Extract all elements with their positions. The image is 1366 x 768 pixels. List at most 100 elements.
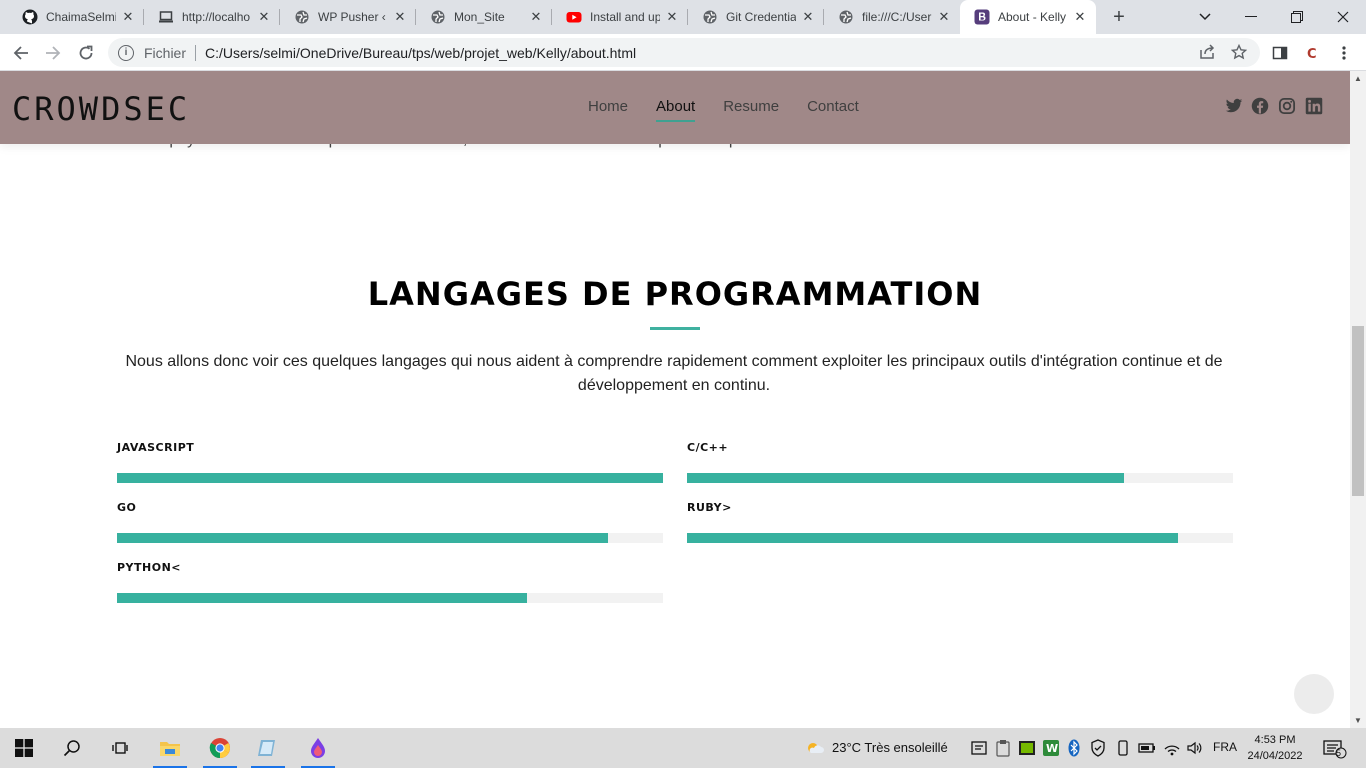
new-tab-button[interactable]: +	[1107, 5, 1131, 29]
tab-title: file:///C:/User	[862, 10, 932, 24]
tab-2[interactable]: WP Pusher ‹ N ✕	[280, 0, 416, 34]
scrollbar-thumb[interactable]	[1352, 326, 1364, 496]
wifi-icon[interactable]	[1163, 739, 1181, 760]
volume-icon[interactable]	[1186, 739, 1204, 760]
section-description: Nous allons donc voir ces quelques langa…	[125, 353, 1223, 394]
bookmark-star-icon[interactable]	[1230, 43, 1248, 64]
tab-4[interactable]: Install and up ✕	[552, 0, 688, 34]
globe-icon	[430, 9, 446, 25]
title-underline	[650, 327, 700, 330]
url-text[interactable]: C:/Users/selmi/OneDrive/Bureau/tps/web/p…	[205, 45, 636, 61]
site-header: CROWDSEC Home About Resume Contact	[0, 71, 1350, 144]
chrome-icon[interactable]	[197, 728, 243, 768]
search-icon[interactable]	[49, 728, 95, 768]
close-icon[interactable]: ✕	[800, 9, 816, 25]
tab-search-icon[interactable]	[1182, 0, 1228, 34]
facebook-icon[interactable]	[1251, 97, 1269, 115]
phone-link-icon[interactable]	[1115, 739, 1131, 760]
clock-time: 4:53 PM	[1254, 734, 1296, 746]
skill-label: PYTHON<	[117, 561, 182, 574]
progress-track	[117, 593, 663, 603]
linkedin-icon[interactable]	[1305, 97, 1323, 115]
battery-icon[interactable]	[1138, 739, 1156, 760]
close-icon[interactable]: ✕	[392, 9, 408, 25]
bluetooth-icon[interactable]	[1068, 739, 1080, 760]
reload-button[interactable]	[73, 40, 99, 66]
skill-python: PYTHON<	[117, 561, 663, 603]
browser-toolbar: i Fichier C:/Users/selmi/OneDrive/Bureau…	[0, 34, 1366, 71]
notepad-app-icon[interactable]	[245, 728, 291, 768]
windows-start-icon[interactable]	[1, 728, 47, 768]
weather-icon[interactable]	[804, 739, 824, 760]
site-logo[interactable]: CROWDSEC	[12, 90, 190, 128]
twitter-icon[interactable]	[1225, 97, 1243, 115]
restore-button[interactable]	[1274, 0, 1320, 34]
close-icon[interactable]: ✕	[120, 9, 136, 25]
nvidia-icon[interactable]	[1018, 739, 1036, 760]
scheme-label: Fichier	[144, 44, 187, 61]
extension-c-icon[interactable]: C	[1301, 42, 1323, 64]
nav-resume[interactable]: Resume	[723, 98, 779, 115]
tab-title: Git Credential	[726, 10, 796, 24]
side-panel-icon[interactable]	[1269, 42, 1291, 64]
nav-contact[interactable]: Contact	[807, 98, 859, 115]
windows-taskbar: 23°C Très ensoleillé W FRA 4:53 PM 24/04…	[0, 728, 1366, 768]
tab-0[interactable]: ChaimaSelmi ✕	[8, 0, 144, 34]
address-bar[interactable]: i Fichier C:/Users/selmi/OneDrive/Bureau…	[108, 38, 1260, 67]
back-button[interactable]	[8, 40, 34, 66]
system-clock[interactable]: 4:53 PM 24/04/2022	[1246, 732, 1304, 764]
skill-ruby: RUBY>	[687, 501, 1233, 543]
tab-1[interactable]: http://localho ✕	[144, 0, 280, 34]
close-icon[interactable]: ✕	[528, 9, 544, 25]
progress-fill	[687, 473, 1124, 483]
skill-label: GO	[117, 501, 137, 514]
scroll-up-icon[interactable]: ▲	[1354, 74, 1362, 83]
skill-label: RUBY>	[687, 501, 732, 514]
security-shield-icon[interactable]	[1090, 739, 1106, 760]
drop-app-icon[interactable]	[295, 728, 341, 768]
tray-app-icon[interactable]	[970, 739, 988, 760]
tab-7-active[interactable]: About - Kelly ✕	[960, 0, 1096, 34]
task-view-icon[interactable]	[97, 728, 143, 768]
tab-5[interactable]: Git Credential ✕	[688, 0, 824, 34]
close-icon[interactable]: ✕	[1072, 9, 1088, 25]
minimize-button[interactable]	[1228, 0, 1274, 34]
close-icon[interactable]: ✕	[256, 9, 272, 25]
skill-javascript: JAVASCRIPT	[117, 441, 663, 483]
instagram-icon[interactable]	[1278, 97, 1296, 115]
language-indicator[interactable]: FRA	[1213, 740, 1237, 754]
progress-fill	[117, 593, 527, 603]
tab-3[interactable]: Mon_Site ✕	[416, 0, 552, 34]
file-explorer-icon[interactable]	[147, 728, 193, 768]
laptop-icon	[158, 9, 174, 25]
progress-fill	[117, 473, 663, 483]
close-icon[interactable]: ✕	[664, 9, 680, 25]
web-page: de 120 pays et a été installée plus de 4…	[0, 71, 1350, 728]
close-icon[interactable]: ✕	[936, 9, 952, 25]
progress-track	[687, 533, 1233, 543]
info-icon[interactable]: i	[118, 44, 134, 61]
green-app-icon[interactable]: W	[1042, 739, 1060, 760]
nav-about[interactable]: About	[656, 98, 696, 122]
tab-title: http://localho	[182, 10, 251, 24]
scroll-down-icon[interactable]: ▼	[1354, 716, 1362, 725]
tab-strip: ChaimaSelmi ✕ http://localho ✕ WP Pusher…	[0, 0, 1366, 34]
tab-6[interactable]: file:///C:/User ✕	[824, 0, 960, 34]
page-scrollbar[interactable]: ▲ ▼	[1350, 71, 1366, 728]
share-icon[interactable]	[1199, 44, 1215, 64]
tab-title: Mon_Site	[454, 10, 505, 24]
tab-title: About - Kelly	[998, 10, 1067, 24]
close-window-button[interactable]	[1320, 0, 1366, 34]
tray-clipboard-icon[interactable]	[995, 739, 1011, 760]
skill-c-cpp: C/C++	[687, 441, 1233, 483]
back-to-top-button[interactable]	[1294, 674, 1334, 714]
progress-fill	[117, 533, 609, 543]
nav-home[interactable]: Home	[588, 98, 628, 115]
notifications-icon[interactable]	[1323, 739, 1347, 762]
weather-text[interactable]: 23°C Très ensoleillé	[832, 740, 948, 755]
notification-count: 5	[1336, 748, 1342, 758]
forward-button[interactable]	[40, 40, 66, 66]
main-nav: Home About Resume Contact	[588, 98, 859, 122]
more-menu-icon[interactable]	[1333, 42, 1355, 64]
svg-text:W: W	[1046, 742, 1058, 755]
